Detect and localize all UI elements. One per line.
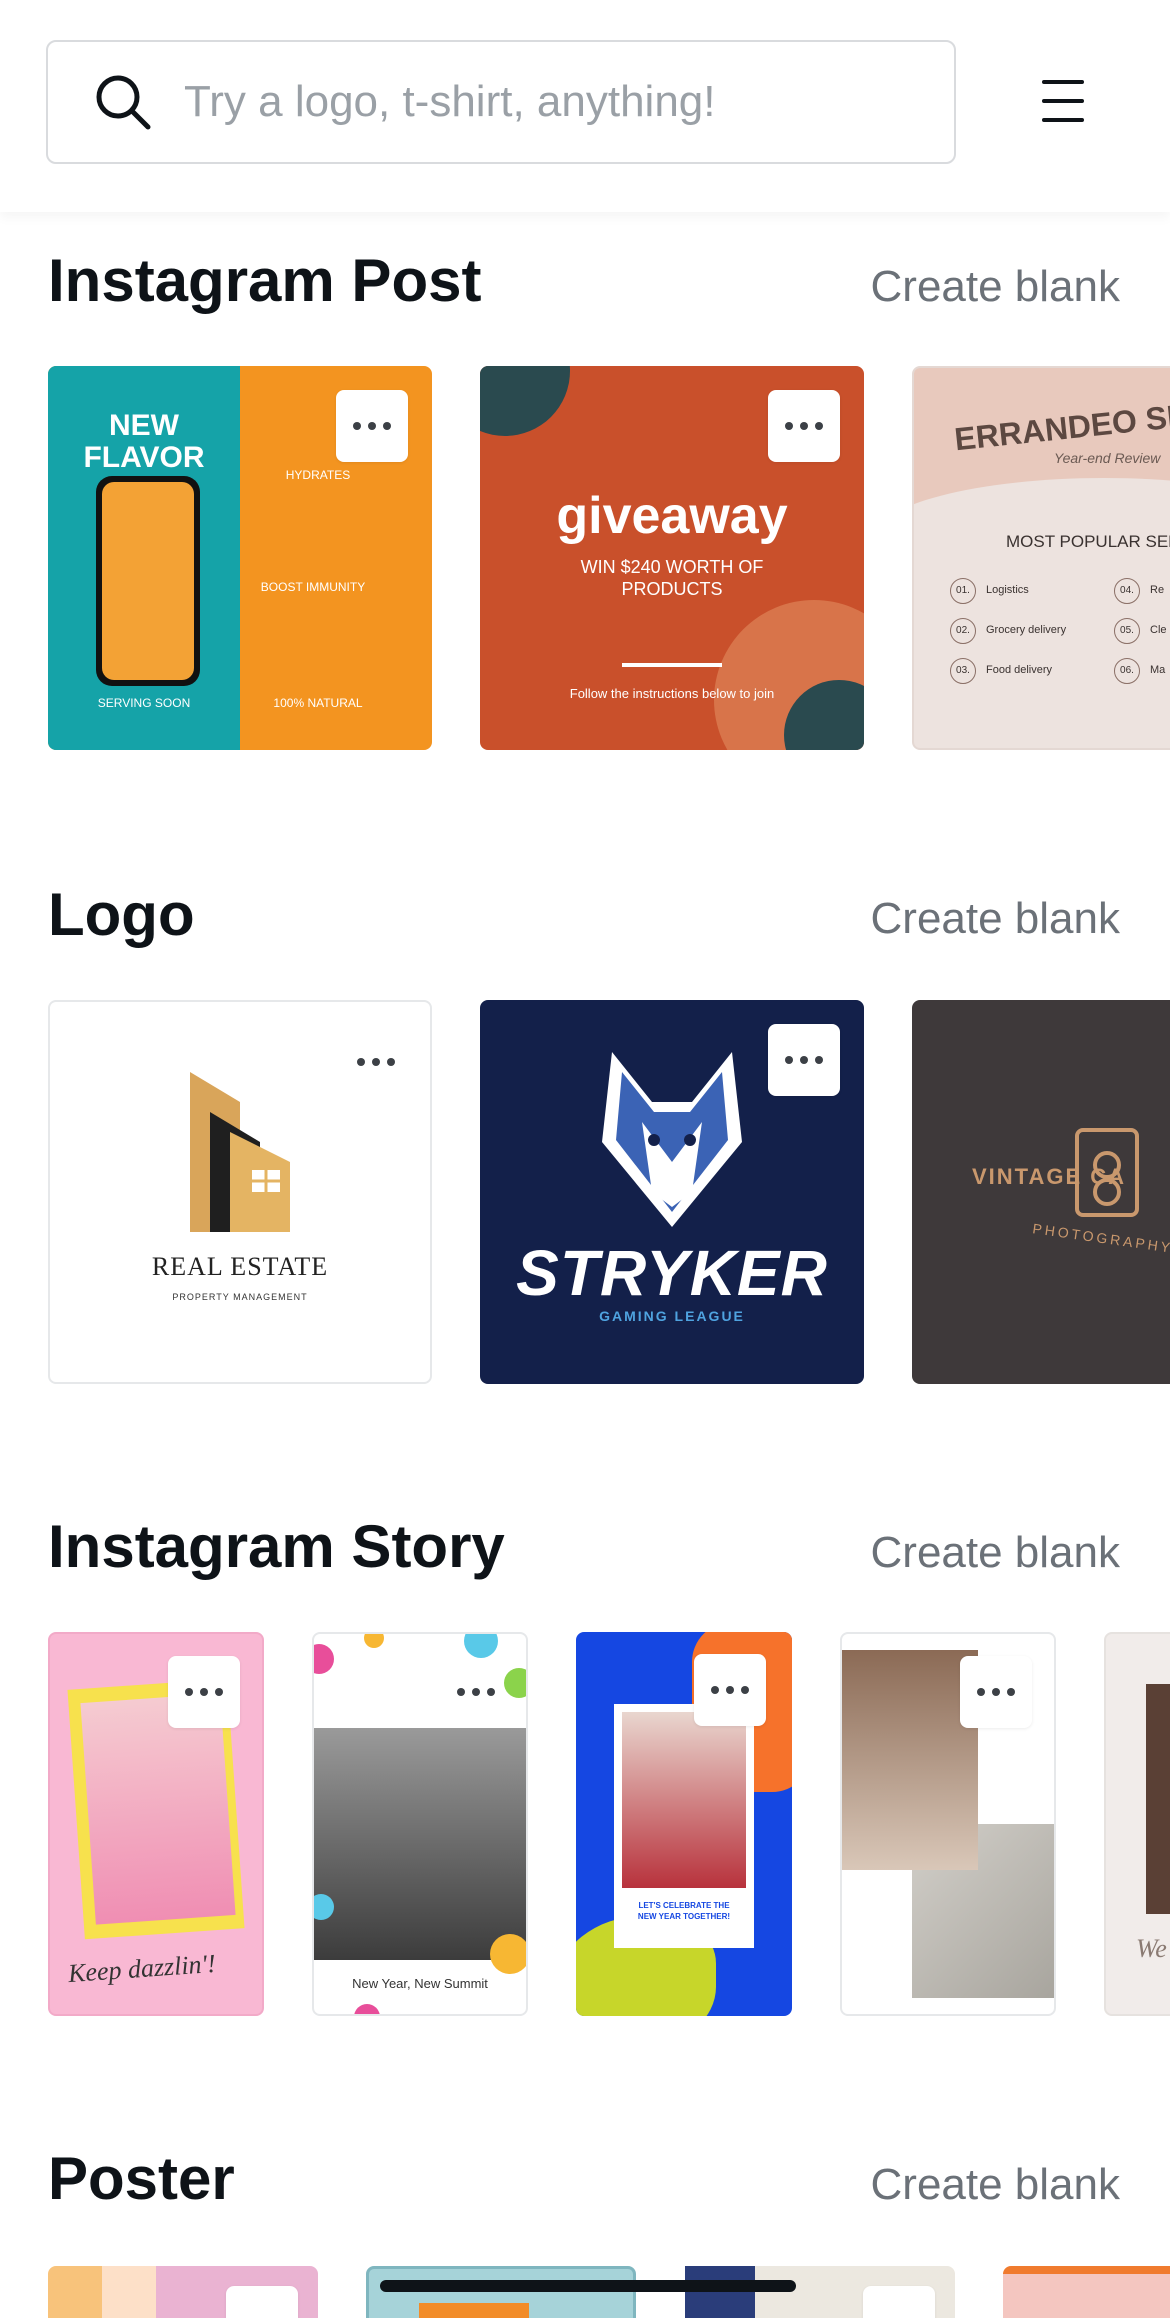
logo-subtitle: PROPERTY MANAGEMENT — [172, 1292, 308, 1302]
template-headline: giveaway — [556, 487, 788, 545]
create-blank-poster[interactable]: Create blank — [871, 2160, 1120, 2210]
logo-name: REAL ESTATE — [151, 1252, 329, 1281]
home-indicator — [380, 2280, 796, 2292]
template-card-new-year-summit[interactable]: New Year, New Summit — [312, 1632, 528, 2016]
template-card-poster[interactable] — [366, 2266, 636, 2318]
feature-label: BOOST IMMUNITY — [260, 580, 366, 594]
feature-label: HYDRATES — [285, 468, 351, 482]
search-input[interactable]: Try a logo, t-shirt, anything! — [46, 40, 956, 164]
story-photo — [80, 1693, 236, 1925]
search-icon — [96, 75, 151, 130]
search-placeholder: Try a logo, t-shirt, anything! — [184, 77, 716, 126]
wolf-logo-icon — [602, 1052, 742, 1227]
template-headline: NEW FLAVOR — [83, 409, 205, 474]
template-subline: WIN $240 WORTH OF PRODUCTS — [580, 557, 764, 599]
list-item: 01. Logistics — [950, 578, 1029, 604]
feature-label: 100% NATURAL — [273, 696, 363, 710]
template-footer: Follow the instructions below to join — [569, 686, 775, 701]
template-card-stryker[interactable]: STRYKER GAMING LEAGUE — [480, 1000, 864, 1384]
template-card-partial[interactable]: We — [1104, 1632, 1170, 2016]
more-options-icon[interactable] — [694, 1654, 766, 1726]
template-card-poster[interactable] — [685, 2266, 955, 2318]
more-options-icon[interactable] — [340, 1026, 412, 1098]
template-card-vintage-camera[interactable]: VINTAGE CA PHOTOGRAPHY — [912, 1000, 1170, 1384]
story-caption: We — [1136, 1934, 1167, 1963]
list-item: 05. Cle — [1114, 618, 1167, 644]
template-footer: SERVING SOON — [97, 696, 191, 710]
story-photo — [1146, 1684, 1170, 1914]
logo-name: STRYKER — [516, 1237, 828, 1309]
top-bar: Try a logo, t-shirt, anything! — [0, 0, 1170, 212]
list-item: 04. Re — [1114, 578, 1164, 604]
template-card-errandeo[interactable]: ERRANDEO SER Year-end Review MOST POPULA… — [912, 366, 1170, 750]
phone-illustration — [96, 476, 200, 686]
logo-name: VINTAGE CA — [972, 1164, 1127, 1189]
more-options-icon[interactable] — [336, 390, 408, 462]
story-caption: New Year, New Summit — [352, 1976, 488, 1991]
story-photo — [842, 1650, 978, 1870]
more-options-icon[interactable] — [440, 1656, 512, 1728]
instagram-story-carousel[interactable]: Keep dazzlin'! New Year, New Summit LET'… — [0, 1632, 1170, 2016]
list-item: 02. Grocery delivery — [950, 618, 1066, 644]
story-photo — [622, 1712, 746, 1888]
create-blank-logo[interactable]: Create blank — [871, 894, 1120, 944]
template-card-new-flavor[interactable]: NEW FLAVOR SERVING SOON HYDRATES BOOST I… — [48, 366, 432, 750]
section-title-logo: Logo — [48, 881, 195, 948]
template-card-real-estate[interactable]: REAL ESTATE PROPERTY MANAGEMENT — [48, 1000, 432, 1384]
more-options-icon[interactable] — [960, 1656, 1032, 1728]
logo-carousel[interactable]: REAL ESTATE PROPERTY MANAGEMENT STRYKER … — [0, 1000, 1170, 1384]
story-caption: LET'S CELEBRATE THE NEW YEAR TOGETHER! — [637, 1901, 731, 1921]
logo-subtitle: PHOTOGRAPHY — [1031, 1220, 1170, 1256]
section-title-poster: Poster — [48, 2145, 235, 2212]
story-caption: Keep dazzlin'! — [67, 1948, 217, 1989]
template-card-celebrate-new-year[interactable]: LET'S CELEBRATE THE NEW YEAR TOGETHER! — [576, 1632, 792, 2016]
more-options-icon[interactable] — [768, 390, 840, 462]
template-card-portrait-man[interactable] — [840, 1632, 1056, 2016]
template-card-poster[interactable] — [48, 2266, 318, 2318]
section-title-instagram-story: Instagram Story — [48, 1513, 505, 1580]
more-options-icon[interactable] — [863, 2286, 935, 2318]
story-photo — [314, 1728, 526, 1960]
template-card-giveaway[interactable]: giveaway WIN $240 WORTH OF PRODUCTS Foll… — [480, 366, 864, 750]
create-blank-instagram-story[interactable]: Create blank — [871, 1528, 1120, 1578]
template-card-poster[interactable] — [1003, 2266, 1170, 2318]
logo-subtitle: GAMING LEAGUE — [599, 1308, 745, 1324]
poster-carousel[interactable] — [0, 2266, 1170, 2318]
more-options-icon[interactable] — [168, 1656, 240, 1728]
section-title-instagram-post: Instagram Post — [48, 247, 482, 314]
building-logo-icon — [190, 1072, 290, 1232]
template-card-keep-dazzlin[interactable]: Keep dazzlin'! — [48, 1632, 264, 2016]
template-list-title: MOST POPULAR SERVIC — [1006, 532, 1170, 551]
more-options-icon[interactable] — [768, 1024, 840, 1096]
list-item: 06. Ma — [1114, 658, 1165, 684]
template-subheadline: Year-end Review — [1054, 450, 1161, 466]
list-item: 03. Food delivery — [950, 658, 1052, 684]
hamburger-menu-icon[interactable] — [1020, 70, 1106, 132]
more-options-icon[interactable] — [226, 2286, 298, 2318]
create-blank-instagram-post[interactable]: Create blank — [871, 262, 1120, 312]
instagram-post-carousel[interactable]: NEW FLAVOR SERVING SOON HYDRATES BOOST I… — [0, 366, 1170, 750]
